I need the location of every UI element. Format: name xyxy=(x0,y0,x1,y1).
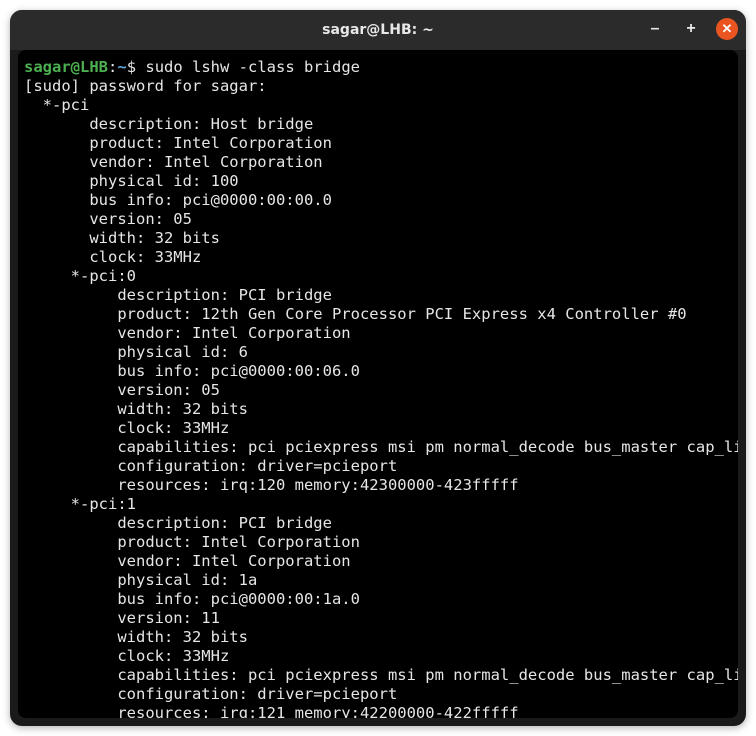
command-text: sudo lshw -class bridge xyxy=(145,58,360,76)
maximize-button[interactable]: + xyxy=(680,18,702,40)
prompt-colon: : xyxy=(108,58,117,76)
close-button[interactable]: ✕ xyxy=(716,18,738,40)
lshw-output: *-pci description: Host bridge product: … xyxy=(24,96,738,718)
terminal-body[interactable]: sagar@LHB:~$ sudo lshw -class bridge [su… xyxy=(18,50,738,718)
terminal-window: sagar@LHB: ~ – + ✕ sagar@LHB:~$ sudo lsh… xyxy=(10,10,746,726)
prompt-dollar: $ xyxy=(127,58,146,76)
window-title: sagar@LHB: ~ xyxy=(322,22,434,38)
prompt-user: sagar@LHB xyxy=(24,58,108,76)
prompt-path: ~ xyxy=(117,58,126,76)
titlebar: sagar@LHB: ~ – + ✕ xyxy=(10,10,746,50)
sudo-password-line: [sudo] password for sagar: xyxy=(24,77,267,95)
window-controls: – + ✕ xyxy=(644,18,738,40)
minimize-button[interactable]: – xyxy=(644,18,666,40)
